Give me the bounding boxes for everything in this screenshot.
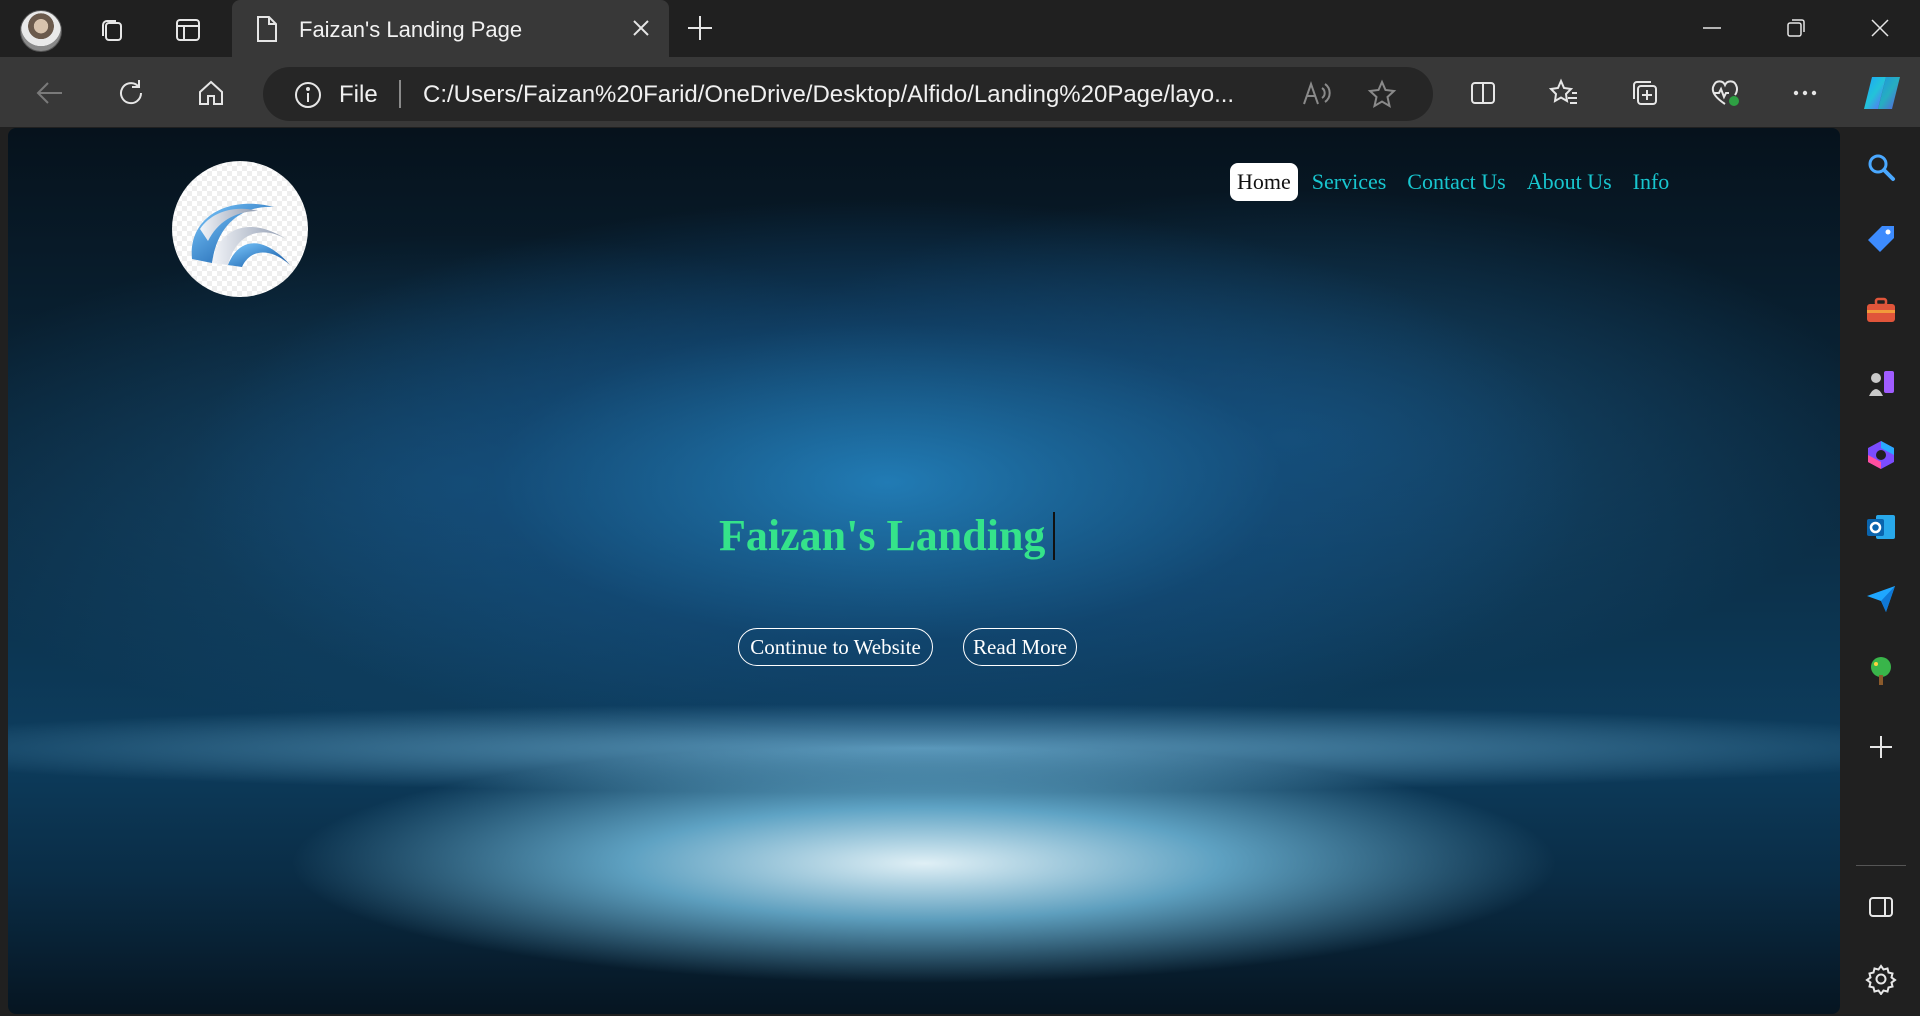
url-text[interactable]: C:/Users/Faizan%20Farid/OneDrive/Desktop…	[423, 81, 1293, 109]
tree-icon[interactable]	[1861, 651, 1901, 691]
tools-icon[interactable]	[1861, 291, 1901, 331]
add-icon[interactable]	[1861, 727, 1901, 767]
site-logo[interactable]	[172, 161, 308, 297]
browser-essentials-icon[interactable]	[1706, 74, 1744, 112]
copilot-icon[interactable]	[1860, 71, 1904, 115]
workspaces-icon[interactable]	[94, 12, 130, 48]
nav-info[interactable]: Info	[1626, 163, 1677, 201]
outlook-icon[interactable]	[1861, 507, 1901, 547]
shopping-icon[interactable]	[1861, 219, 1901, 259]
edge-sidebar	[1842, 127, 1920, 1016]
minimize-icon[interactable]	[1692, 10, 1732, 46]
tab-active[interactable]: Faizan's Landing Page	[232, 0, 669, 57]
sidebar-divider	[1856, 865, 1906, 866]
read-more-button[interactable]: Read More	[963, 628, 1077, 666]
browser-toolbar: File C:/Users/Faizan%20Farid/OneDrive/De…	[0, 57, 1920, 127]
nav-contact-us[interactable]: Contact Us	[1400, 163, 1512, 201]
tab-strip: Faizan's Landing Page	[0, 0, 1920, 57]
hero-title: Faizan's Landing	[719, 511, 1046, 560]
profile-avatar[interactable]	[20, 10, 62, 52]
continue-to-website-button[interactable]: Continue to Website	[738, 628, 933, 666]
close-window-icon[interactable]	[1860, 10, 1900, 46]
back-icon[interactable]	[31, 74, 69, 112]
nav-home[interactable]: Home	[1230, 163, 1298, 201]
sidebar-toggle-icon[interactable]	[1861, 887, 1901, 927]
home-icon[interactable]	[192, 74, 230, 112]
split-screen-icon[interactable]	[1464, 74, 1502, 112]
more-icon[interactable]	[1786, 74, 1824, 112]
tab-actions-icon[interactable]	[170, 12, 206, 48]
collections-icon[interactable]	[1626, 74, 1664, 112]
page-icon	[254, 14, 280, 49]
games-icon[interactable]	[1861, 363, 1901, 403]
microsoft-365-icon[interactable]	[1861, 435, 1901, 475]
refresh-icon[interactable]	[112, 74, 150, 112]
tab-title: Faizan's Landing Page	[299, 17, 523, 42]
favorite-star-icon[interactable]	[1367, 79, 1397, 114]
main-nav: Home Services Contact Us About Us Info	[1230, 163, 1683, 201]
new-tab-icon[interactable]	[684, 12, 716, 49]
close-tab-icon[interactable]	[629, 16, 653, 45]
typing-caret	[1053, 512, 1055, 560]
settings-icon[interactable]	[1861, 959, 1901, 999]
scheme-label: File	[339, 81, 378, 108]
restore-icon[interactable]	[1776, 10, 1816, 46]
drop-icon[interactable]	[1861, 579, 1901, 619]
logo-mark	[191, 203, 290, 267]
search-icon[interactable]	[1861, 147, 1901, 187]
address-bar[interactable]: File C:/Users/Faizan%20Farid/OneDrive/De…	[263, 67, 1433, 121]
read-aloud-icon[interactable]	[1301, 79, 1333, 114]
nav-about-us[interactable]: About Us	[1520, 163, 1619, 201]
nav-services[interactable]: Services	[1305, 163, 1394, 201]
page-viewport: Home Services Contact Us About Us Info F…	[8, 128, 1840, 1014]
favorites-icon[interactable]	[1545, 74, 1583, 112]
site-info-icon[interactable]	[293, 80, 323, 115]
address-separator	[399, 80, 401, 108]
